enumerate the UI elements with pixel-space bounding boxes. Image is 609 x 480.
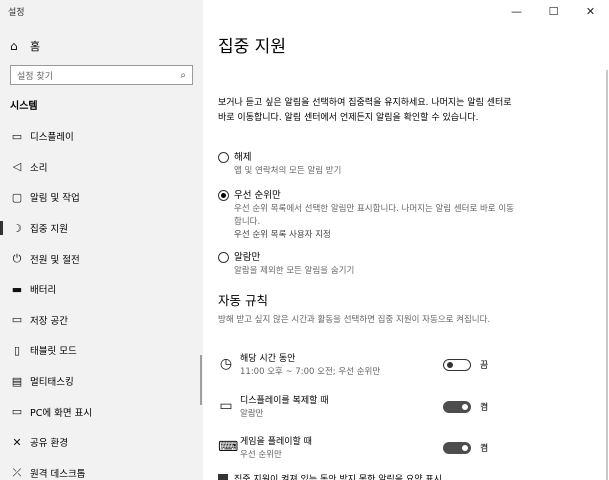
option-label: 알람만 [234, 252, 261, 263]
sidebar-item-remote[interactable]: ⤫ 원격 데스크톱 [0, 458, 203, 480]
rule-name: 해당 시간 동안 [240, 354, 296, 364]
display-icon: ▭ [219, 398, 233, 414]
storage-icon: ▭ [11, 313, 23, 327]
radio-button[interactable] [218, 190, 229, 201]
option-priority-only[interactable]: 우선 순위만 우선 순위 목록에서 선택한 알림만 표시합니다. 나머지는 알림… [218, 188, 516, 242]
sidebar-item-notifications[interactable]: ▢ 알림 및 작업 [0, 182, 203, 213]
sidebar-item-battery[interactable]: ▬ 배터리 [0, 274, 203, 305]
clock-icon: ◷ [219, 356, 233, 372]
gamepad-icon: ⌨ [218, 439, 239, 455]
toggle-state: 켬 [480, 444, 489, 454]
sidebar-item-storage[interactable]: ▭ 저장 공간 [0, 305, 203, 336]
sidebar-item-label: 원격 데스크톱 [30, 468, 86, 480]
search-input[interactable]: 설정 찾기 ⌕ [10, 65, 193, 85]
option-label: 우선 순위만 [234, 190, 281, 201]
sidebar-item-label: 배터리 [30, 285, 57, 297]
search-placeholder: 설정 찾기 [17, 71, 53, 82]
multitask-icon: ▤ [11, 374, 23, 388]
power-icon: ⏻ [12, 251, 22, 265]
sidebar-item-label: 멀티태스킹 [30, 377, 74, 389]
sidebar-item-label: 전원 및 절전 [30, 254, 80, 266]
sidebar-item-display[interactable]: ▭ 디스플레이 [0, 121, 203, 152]
sidebar-item-label: 알림 및 작업 [30, 193, 80, 205]
option-label: 해제 [234, 152, 252, 163]
sidebar-item-power[interactable]: ⏻ 전원 및 절전 [0, 243, 203, 274]
rule-sub: 11:00 오후 ~ 7:00 오전; 우선 순위만 [240, 367, 381, 377]
search-icon[interactable]: ⌕ [180, 70, 186, 81]
moon-icon: ☽ [12, 221, 22, 235]
rule-duplicate-display[interactable]: ▭ 디스플레이를 복제할 때 알람만 켬 [218, 395, 508, 425]
focus-mode-options: 해제 앱 및 연락처의 모든 알림 받기 우선 순위만 우선 순위 목록에서 선… [218, 150, 516, 286]
sidebar-item-multitasking[interactable]: ▤ 멀티태스킹 [0, 366, 203, 397]
rule-name: 디스플레이를 복제할 때 [240, 396, 329, 406]
option-sub: 앱 및 연락처의 모든 알림 받기 [234, 166, 342, 176]
toggle-state: 끔 [480, 361, 489, 371]
checkbox[interactable] [218, 473, 228, 480]
sidebar-home[interactable]: ⌂ 홈 [10, 38, 40, 54]
sidebar-scrollbar[interactable] [200, 355, 202, 405]
project-icon: ▭ [11, 405, 23, 419]
sidebar-item-label: 집중 지원 [30, 224, 68, 236]
tablet-icon: ▯ [13, 343, 21, 357]
sidebar-item-project[interactable]: ▭ PC에 화면 표시 [0, 396, 203, 427]
sidebar-item-label: 공유 환경 [30, 438, 68, 450]
sidebar-item-shared[interactable]: ✕ 공유 환경 [0, 427, 203, 458]
section-label: 시스템 [10, 101, 38, 112]
window-title: 설정 [8, 8, 25, 18]
home-label: 홈 [30, 40, 41, 53]
rule-sub: 알람만 [240, 409, 264, 419]
summary-checkbox[interactable]: 집중 지원이 켜져 있는 동안 받지 못한 알림을 요약 표시 [218, 472, 442, 480]
content-scrollbar[interactable] [606, 70, 608, 480]
remote-icon: ⤫ [12, 465, 22, 479]
rules-title: 자동 규칙 [218, 293, 268, 308]
checkbox-label: 집중 지원이 켜져 있는 동안 받지 못한 알림을 요약 표시 [234, 475, 442, 480]
option-sub: 우선 순위 목록에서 선택한 알림만 표시합니다. 나머지는 알림 센터로 바로… [234, 204, 514, 227]
sidebar-item-label: 디스플레이 [30, 132, 74, 144]
option-off[interactable]: 해제 앱 및 연락처의 모든 알림 받기 [218, 150, 516, 178]
sidebar-item-focus-assist[interactable]: ☽ 집중 지원 [0, 213, 203, 244]
toggle-switch[interactable] [443, 401, 471, 413]
rule-name: 게임을 플레이할 때 [240, 437, 312, 447]
sidebar-item-label: 소리 [30, 162, 48, 174]
option-sub: 알람을 제외한 모든 알림을 숨기기 [234, 266, 355, 276]
share-icon: ✕ [12, 435, 22, 449]
rule-sub: 우선 순위만 [240, 450, 282, 460]
sidebar-item-tablet[interactable]: ▯ 태블릿 모드 [0, 335, 203, 366]
rules-description: 방해 받고 싶지 않은 시간과 활동을 선택하면 집중 지원이 자동으로 켜집니… [218, 315, 491, 325]
radio-button[interactable] [218, 252, 229, 263]
sidebar-nav: ▭ 디스플레이 ◁ 소리 ▢ 알림 및 작업 ☽ 집중 지원 ⏻ 전원 및 절전… [0, 121, 203, 480]
customize-priority-link[interactable]: 우선 순위 목록 사용자 지정 [234, 229, 516, 242]
toggle-switch[interactable] [443, 359, 471, 371]
page-description: 보거나 듣고 싶은 알림을 선택하여 집중력을 유지하세요. 나머지는 알림 센… [218, 98, 512, 123]
sidebar: 설정 ⌂ 홈 설정 찾기 ⌕ 시스템 ▭ 디스플레이 ◁ 소리 ▢ 알림 및 작… [0, 0, 203, 480]
rule-gaming[interactable]: ⌨ 게임을 플레이할 때 우선 순위만 켬 [218, 436, 508, 466]
sidebar-item-sound[interactable]: ◁ 소리 [0, 152, 203, 183]
option-alarms-only[interactable]: 알람만 알람을 제외한 모든 알림을 숨기기 [218, 250, 516, 278]
sidebar-item-label: 저장 공간 [30, 315, 68, 327]
notification-icon: ▢ [11, 190, 23, 204]
page-title: 집중 지원 [218, 37, 286, 57]
battery-icon: ▬ [11, 282, 23, 296]
toggle-state: 켬 [480, 403, 489, 413]
sidebar-item-label: 태블릿 모드 [30, 346, 77, 358]
main-content: 집중 지원 보거나 듣고 싶은 알림을 선택하여 집중력을 유지하세요. 나머지… [218, 0, 598, 480]
rule-time[interactable]: ◷ 해당 시간 동안 11:00 오후 ~ 7:00 오전; 우선 순위만 끔 [218, 353, 508, 383]
toggle-switch[interactable] [443, 442, 471, 454]
monitor-icon: ▭ [11, 129, 23, 143]
radio-button[interactable] [218, 152, 229, 163]
home-icon: ⌂ [10, 39, 18, 53]
speaker-icon: ◁ [12, 160, 22, 174]
sidebar-item-label: PC에 화면 표시 [30, 407, 93, 419]
